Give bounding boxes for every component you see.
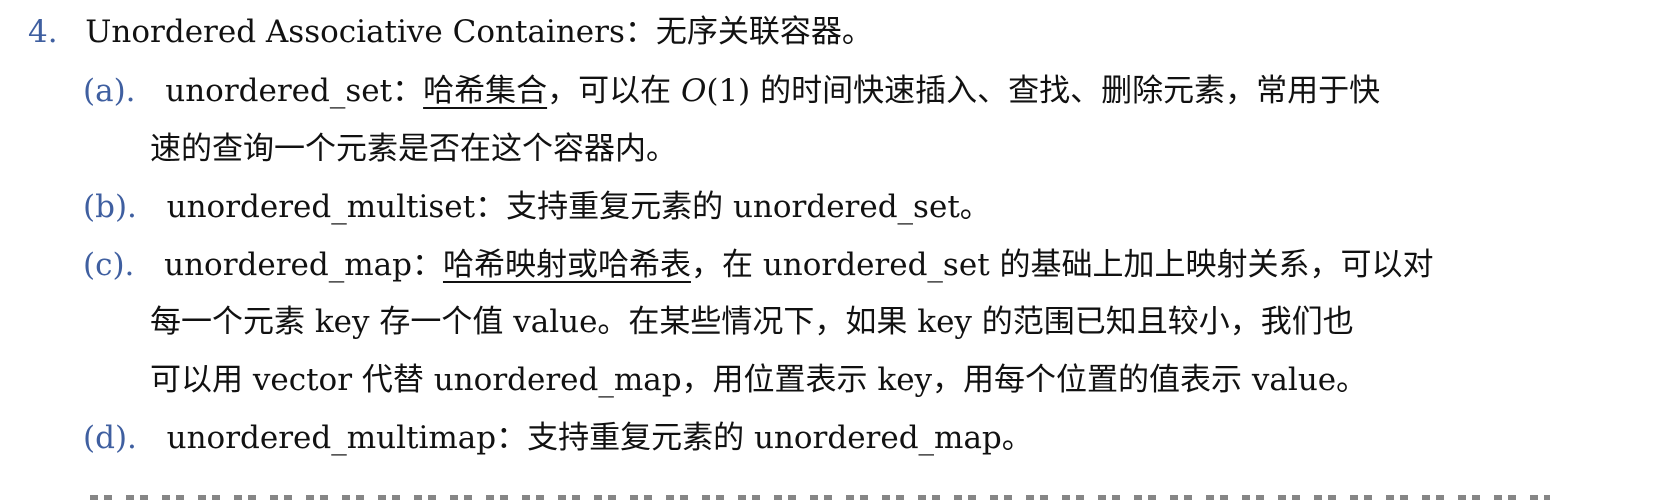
text: ：支持重复元素的 unordered_map。 (496, 420, 1033, 456)
text: ：支持重复元素的 unordered_set。 (475, 189, 991, 225)
term: unordered_multimap (166, 420, 497, 456)
item-description: ：无序关联容器。 (624, 14, 873, 50)
text: 的时间快速插入、查找、删除元素，常用于快 (750, 73, 1381, 109)
term: unordered_map (164, 247, 412, 283)
sub-item-d: (d). unordered_multimap：支持重复元素的 unordere… (83, 418, 1033, 458)
term: unordered_multiset (166, 189, 476, 225)
colon: ： (411, 247, 443, 283)
sub-item-label: (a). (83, 73, 136, 109)
document-page: 4. Unordered Associative Containers：无序关联… (0, 0, 1654, 500)
text: 可以用 vector 代替 unordered_map，用位置表示 key，用每… (150, 362, 1368, 398)
text: ，在 unordered_set 的基础上加上映射关系，可以对 (690, 247, 1434, 283)
colon: ： (392, 73, 424, 109)
math-o: O (680, 73, 707, 109)
sub-item-label: (b). (83, 189, 137, 225)
sub-item-c: (c). unordered_map：哈希映射或哈希表，在 unordered_… (83, 245, 1434, 285)
underlined-term: 哈希映射或哈希表 (442, 247, 691, 283)
term: unordered_set (165, 73, 393, 109)
sub-item-c-continuation: 可以用 vector 代替 unordered_map，用位置表示 key，用每… (150, 360, 1367, 400)
text: 每一个元素 key 存一个值 value。在某些情况下，如果 key 的范围已知… (150, 304, 1354, 340)
cut-off-text-line (90, 487, 1550, 500)
sub-item-c-continuation: 每一个元素 key 存一个值 value。在某些情况下，如果 key 的范围已知… (150, 302, 1354, 342)
sub-item-a: (a). unordered_set：哈希集合，可以在 O(1) 的时间快速插入… (83, 71, 1380, 111)
sub-item-label: (d). (83, 420, 137, 456)
sub-item-a-continuation: 速的查询一个元素是否在这个容器内。 (150, 129, 677, 169)
text: 速的查询一个元素是否在这个容器内。 (150, 131, 677, 167)
text: ，可以在 (547, 73, 681, 109)
list-item-4: 4. Unordered Associative Containers：无序关联… (28, 12, 873, 52)
sub-item-b: (b). unordered_multiset：支持重复元素的 unordere… (83, 187, 991, 227)
math-arg: (1) (706, 73, 751, 109)
sub-item-label: (c). (83, 247, 135, 283)
underlined-term: 哈希集合 (423, 73, 548, 109)
item-title: Unordered Associative Containers (85, 14, 625, 50)
list-number: 4. (28, 14, 58, 50)
